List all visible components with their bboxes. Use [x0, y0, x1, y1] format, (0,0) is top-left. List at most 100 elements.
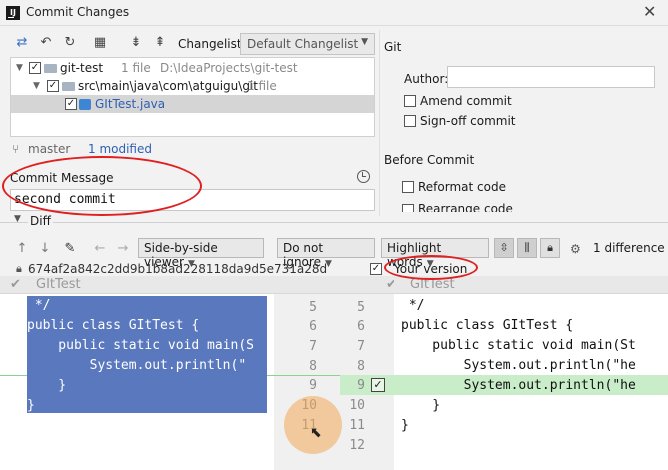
signoff-checkbox[interactable] — [404, 115, 416, 127]
right-line-number: 8 — [357, 359, 365, 374]
expand-all-icon[interactable]: ⇟ — [128, 35, 144, 51]
right-line-number: 5 — [357, 300, 365, 315]
right-line-number: 6 — [357, 319, 365, 334]
window-title: Commit Changes — [26, 5, 130, 19]
reformat-label: Reformat code — [418, 180, 506, 194]
rearrange-checkbox[interactable] — [402, 204, 414, 212]
git-section-title: Git — [384, 40, 402, 54]
redo-icon[interactable]: ↻ — [62, 35, 78, 51]
reformat-checkbox[interactable] — [402, 181, 414, 193]
viewer-mode-select[interactable]: Side-by-side viewer ▼ — [138, 238, 264, 269]
root-path: D:\IdeaProjects\git-test — [160, 61, 298, 75]
ignore-whitespace-select[interactable]: Do not ignore ▼ — [277, 238, 375, 269]
your-version-checkbox[interactable]: ✓ — [370, 263, 382, 275]
include-change-checkbox[interactable]: ✓ — [371, 378, 385, 392]
branch-icon: ⑂ — [12, 142, 20, 156]
settings-gear-icon[interactable]: ⚙ — [570, 242, 581, 256]
collapse-all-icon[interactable]: ⇞ — [152, 35, 168, 51]
root-name: git-test — [60, 61, 104, 75]
expand-triangle-icon[interactable]: ▼ — [33, 77, 40, 95]
right-code-line: } — [401, 398, 441, 413]
difference-count: 1 difference — [593, 241, 665, 255]
root-meta: 1 file — [121, 61, 151, 75]
tree-row-folder[interactable]: ▼ ✓ src\main\java\com\atguigu\git 1 file — [11, 77, 374, 95]
tree-row-root[interactable]: ▼ ✓ git-test 1 file D:\IdeaProjects\git-… — [11, 59, 374, 77]
folder-name: src\main\java\com\atguigu\git — [78, 79, 258, 93]
arrow-down-icon[interactable]: ↓ — [37, 241, 53, 257]
revision-hash: 674af2a842c2dd9b1b8ad228118da9d5e731a28d — [28, 262, 328, 276]
annotation-ellipse-commit-message — [2, 156, 202, 216]
changes-tree[interactable]: ▼ ✓ git-test 1 file D:\IdeaProjects\git-… — [10, 57, 375, 137]
author-input[interactable] — [447, 66, 655, 88]
changelist-select[interactable]: Default Changelist ▼ — [240, 33, 375, 55]
folder-meta: 1 file — [247, 79, 277, 93]
left-code-line: } — [27, 398, 35, 413]
left-line-number: 7 — [309, 339, 317, 354]
right-code-line: public static void main(St — [401, 338, 636, 353]
tree-row-file[interactable]: ✓ GItTest.java — [11, 95, 374, 113]
file-name: GItTest.java — [95, 97, 166, 111]
rearrange-label: Rearrange code — [418, 202, 513, 212]
mouse-cursor-icon: ⬉ — [310, 425, 322, 441]
right-line-number: 7 — [357, 339, 365, 354]
right-code-line: } — [401, 418, 409, 433]
diff-section-title: Diff — [28, 214, 53, 228]
right-code-line: System.out.println("he — [401, 358, 636, 373]
branch-name: master — [28, 142, 71, 156]
root-checkbox[interactable]: ✓ — [29, 62, 41, 74]
expand-triangle-icon[interactable]: ▼ — [16, 59, 23, 77]
sync-scroll-icon[interactable]: ⫼ — [517, 238, 537, 258]
intellij-app-icon: IJ — [6, 6, 20, 20]
folder-icon — [62, 82, 75, 91]
left-code-line: } — [27, 378, 67, 393]
changelist-label: Changelist: — [178, 37, 246, 51]
left-code-line: System.out.println(" — [27, 358, 247, 373]
left-file-title: GItTest — [36, 277, 81, 292]
arrow-up-icon[interactable]: ↑ — [14, 241, 30, 257]
edit-pencil-icon[interactable]: ✎ — [62, 241, 78, 257]
lock-icon[interactable]: 🔒︎ — [540, 238, 560, 258]
chevron-down-icon: ▼ — [361, 37, 368, 47]
left-line-number: 9 — [309, 378, 317, 393]
check-icon: ✔ — [10, 277, 21, 292]
gutter-header: ✔ — [274, 276, 397, 294]
diff-separator — [0, 222, 668, 223]
left-code-line: */ — [27, 298, 51, 313]
signoff-label: Sign-off commit — [420, 114, 516, 128]
arrow-left-icon[interactable]: ← — [92, 241, 108, 257]
history-clock-icon[interactable] — [357, 170, 370, 183]
refresh-arrows-icon[interactable]: ⇄ — [14, 35, 30, 51]
left-code-line: public class GItTest { — [27, 318, 200, 333]
modified-count[interactable]: 1 modified — [88, 142, 152, 156]
left-line-number: 6 — [309, 319, 317, 334]
right-line-number: 12 — [349, 438, 365, 453]
changelist-value: Default Changelist — [247, 37, 359, 51]
close-icon[interactable]: ✕ — [643, 2, 656, 21]
lock-icon: 🔒︎ — [16, 262, 22, 275]
right-line-number: 9 — [357, 378, 365, 393]
amend-label: Amend commit — [420, 94, 512, 108]
collapse-triangle-icon[interactable]: ▼ — [14, 214, 21, 224]
right-code-line: */ — [401, 298, 425, 313]
left-line-number: 8 — [309, 359, 317, 374]
left-code-line: public static void main(S — [27, 338, 254, 353]
undo-icon[interactable]: ↶ — [38, 35, 54, 51]
arrow-right-icon[interactable]: → — [115, 241, 131, 257]
amend-checkbox[interactable] — [404, 95, 416, 107]
right-code-line: System.out.println("he — [401, 378, 636, 393]
java-class-icon — [79, 99, 91, 110]
rearrange-row[interactable]: Rearrange code — [378, 198, 668, 212]
collapse-unchanged-icon[interactable]: ⇳ — [494, 238, 514, 258]
left-line-number: 5 — [309, 300, 317, 315]
right-line-number: 10 — [349, 398, 365, 413]
author-label: Author: — [404, 72, 449, 86]
before-commit-title: Before Commit — [384, 153, 475, 167]
folder-checkbox[interactable]: ✓ — [47, 80, 59, 92]
left-file-header: ✔ GItTest — [0, 276, 274, 294]
group-icon[interactable]: ▦ — [92, 35, 108, 51]
right-line-number: 11 — [349, 418, 365, 433]
panel-divider — [379, 30, 380, 216]
right-code-line: public class GItTest { — [401, 318, 574, 333]
file-checkbox[interactable]: ✓ — [65, 98, 77, 110]
folder-icon — [44, 64, 57, 73]
